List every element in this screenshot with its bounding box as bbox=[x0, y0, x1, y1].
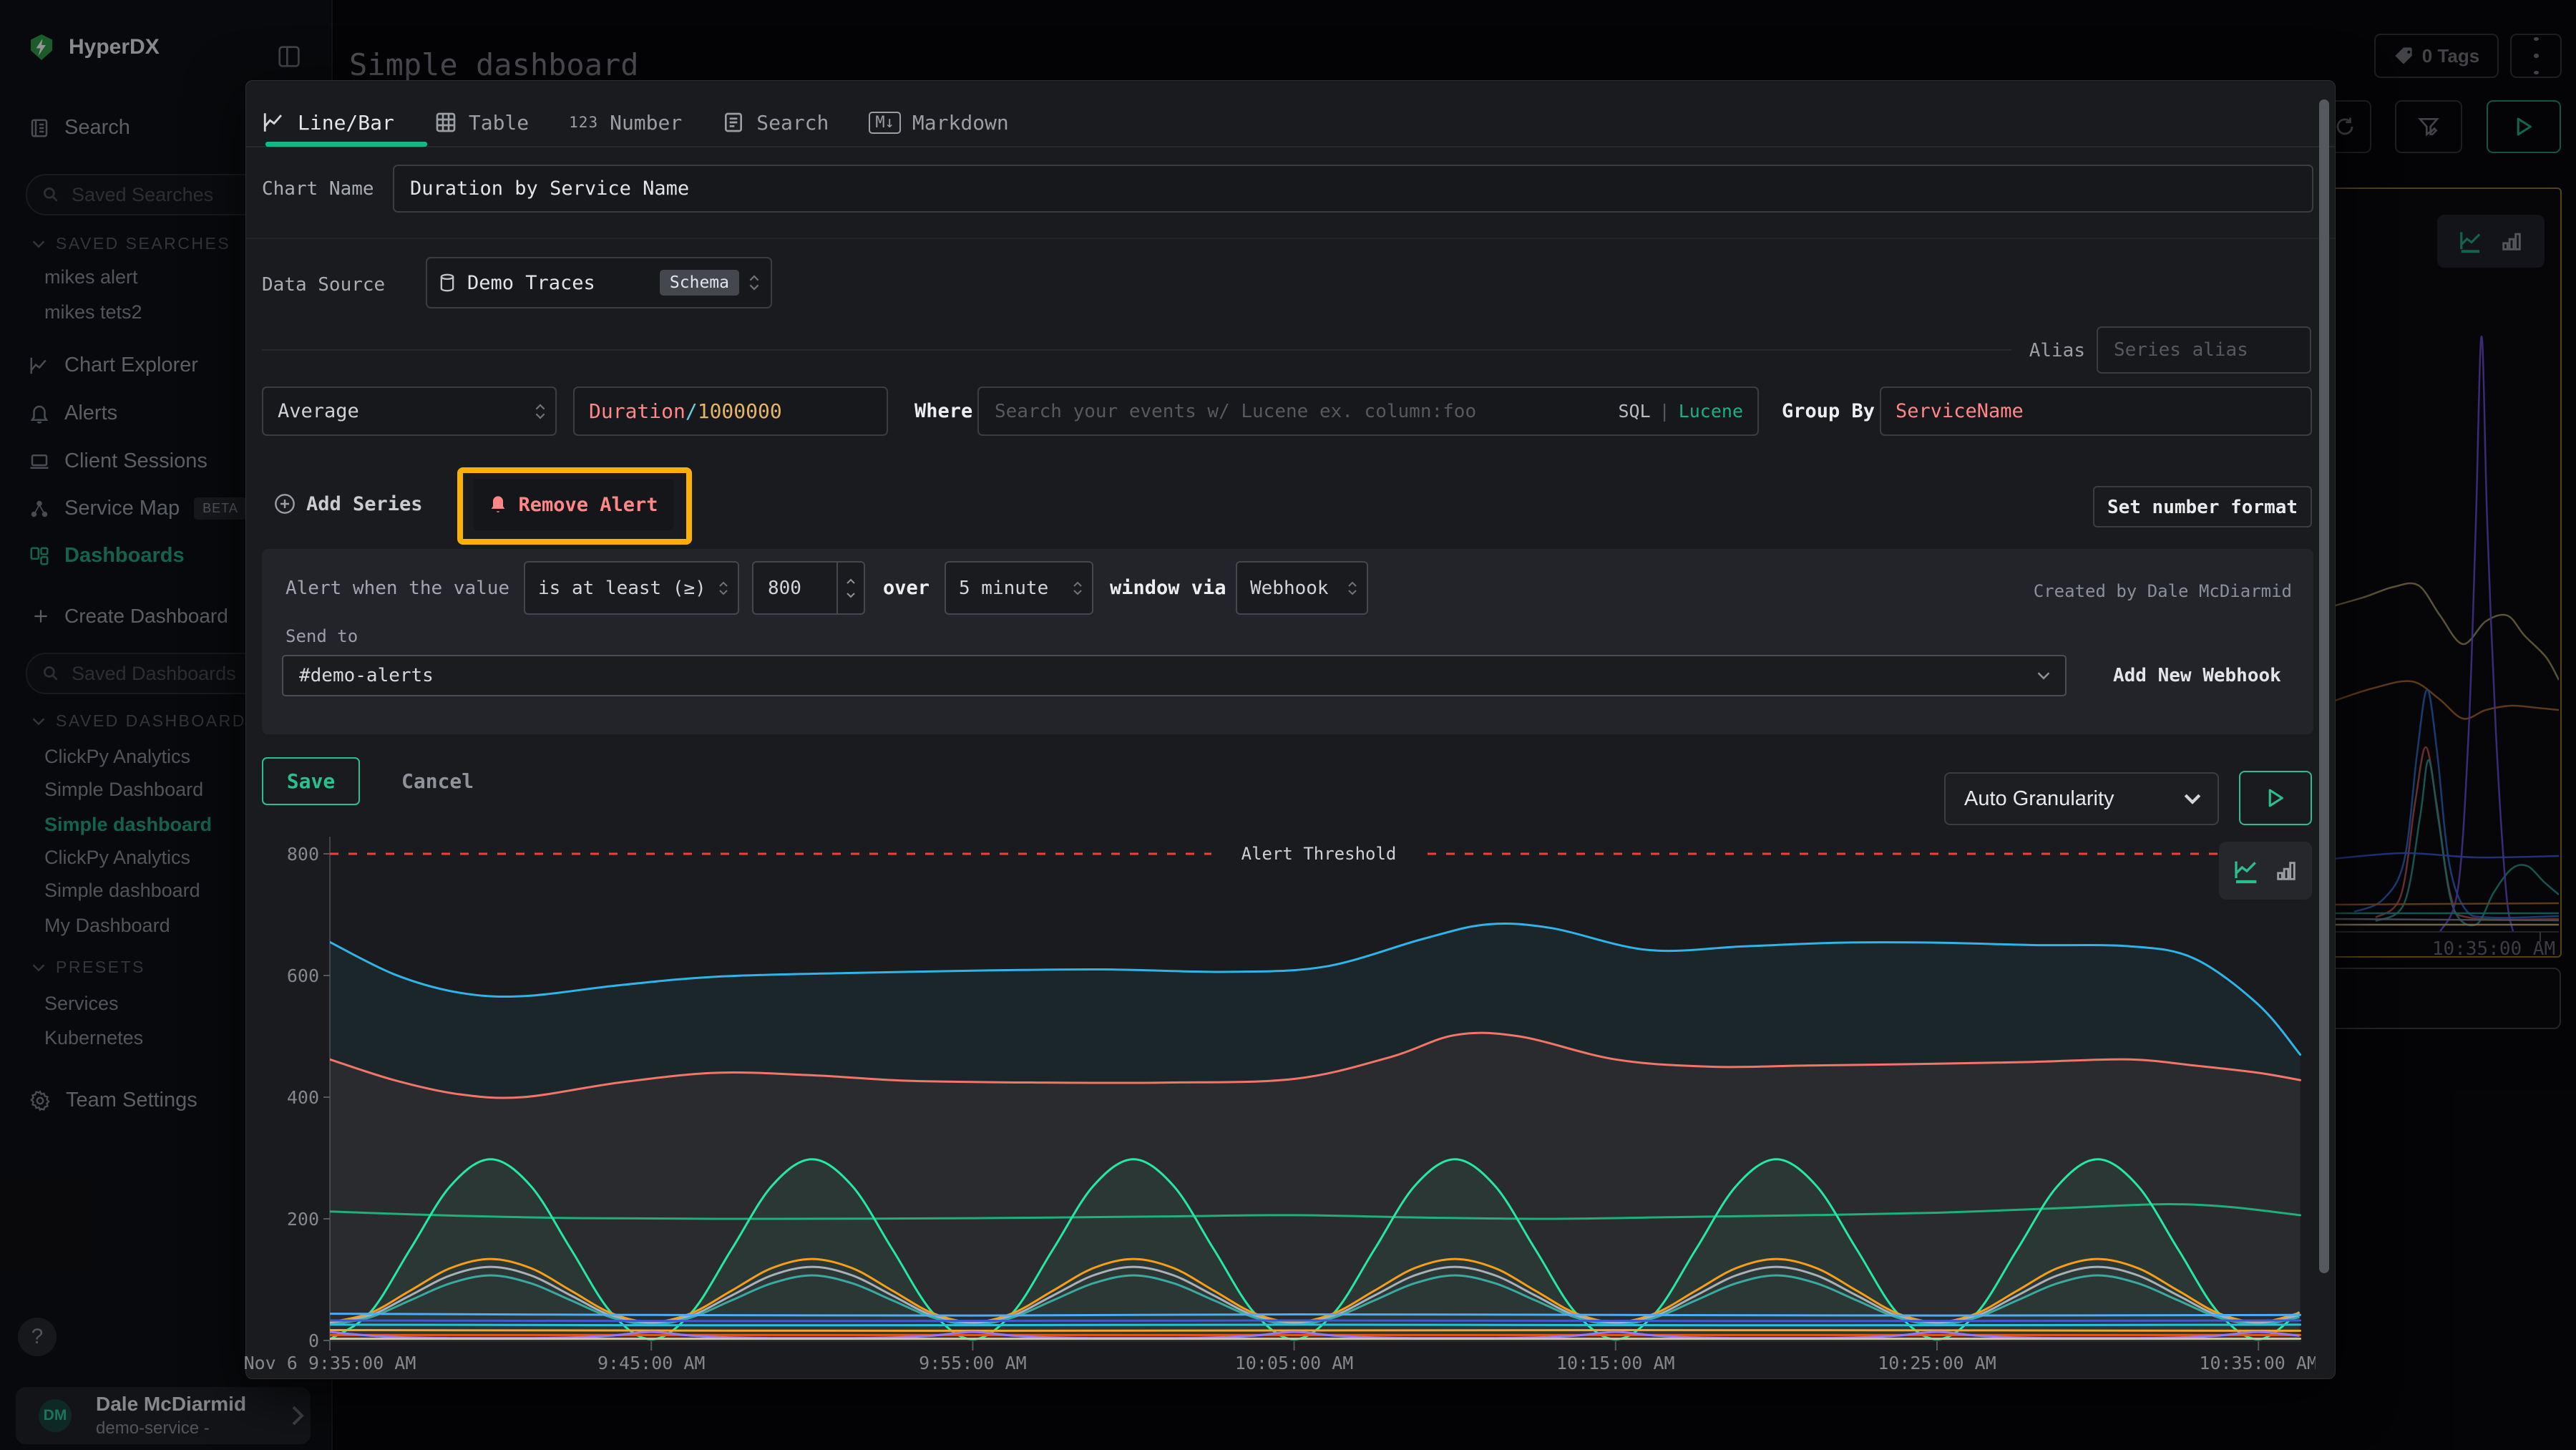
database-icon bbox=[437, 272, 457, 293]
svg-text:400: 400 bbox=[287, 1087, 319, 1108]
expression-input[interactable]: Duration/1000000 bbox=[573, 386, 888, 436]
over-label: over bbox=[883, 577, 930, 599]
alert-window-select[interactable]: 5 minute bbox=[945, 561, 1093, 615]
line-chart-icon bbox=[262, 110, 286, 135]
duration-chart: 0 200 400 600 800 Nov 6 9:35:00 AM 9:45:00 AM 9… bbox=[223, 817, 2316, 1375]
created-by-label: Created by Dale McDiarmid bbox=[2034, 581, 2292, 601]
tab-table[interactable]: Table bbox=[434, 111, 529, 135]
stepper-down-icon[interactable] bbox=[846, 592, 856, 599]
group-by-input[interactable]: ServiceName bbox=[1880, 386, 2312, 436]
tab-number[interactable]: 123 Number bbox=[569, 111, 682, 135]
updown-chevrons-icon bbox=[1072, 578, 1083, 598]
alias-input[interactable] bbox=[2097, 326, 2311, 374]
active-tab-underline bbox=[265, 142, 427, 147]
svg-text:800: 800 bbox=[287, 844, 319, 865]
alert-threshold-input[interactable]: 800 bbox=[752, 561, 865, 615]
send-to-select[interactable]: #demo-alerts bbox=[282, 655, 2067, 696]
svg-text:200: 200 bbox=[287, 1209, 319, 1230]
svg-text:10:25:00 AM: 10:25:00 AM bbox=[1878, 1353, 1996, 1373]
updown-chevrons-icon bbox=[534, 401, 547, 422]
expression-value: 1000000 bbox=[698, 399, 782, 423]
svg-text:10:35:00 AM: 10:35:00 AM bbox=[2199, 1353, 2316, 1373]
expression-field: Duration bbox=[589, 399, 686, 423]
tab-line-bar[interactable]: Line/Bar bbox=[262, 110, 394, 135]
markdown-icon: M↓ bbox=[869, 112, 901, 134]
updown-chevrons-icon bbox=[748, 272, 761, 293]
chart-series bbox=[330, 923, 2301, 1340]
aggregation-select[interactable]: Average bbox=[262, 386, 557, 436]
chart-name-input[interactable] bbox=[393, 165, 2313, 213]
lucene-option[interactable]: Lucene bbox=[1679, 401, 1743, 422]
svg-text:9:45:00 AM: 9:45:00 AM bbox=[597, 1353, 706, 1373]
table-icon bbox=[434, 111, 457, 134]
circle-plus-icon bbox=[273, 492, 296, 515]
svg-text:0: 0 bbox=[308, 1330, 319, 1351]
query-language-toggle[interactable]: SQL | Lucene bbox=[1618, 388, 1743, 434]
annotation-highlight-box bbox=[457, 467, 692, 545]
data-source-label: Data Source bbox=[262, 274, 385, 296]
tab-markdown[interactable]: M↓ Markdown bbox=[869, 111, 1008, 135]
tab-search[interactable]: Search bbox=[722, 111, 829, 135]
number-stepper[interactable] bbox=[836, 563, 864, 613]
svg-text:9:55:00 AM: 9:55:00 AM bbox=[919, 1353, 1027, 1373]
bar-chart-icon[interactable] bbox=[2274, 859, 2298, 883]
svg-text:600: 600 bbox=[287, 965, 319, 986]
tab-bar: Line/Bar Table 123 Number Search M↓ Mark… bbox=[262, 99, 1009, 145]
cancel-button[interactable]: Cancel bbox=[401, 769, 474, 793]
chart-name-label: Chart Name bbox=[262, 178, 374, 200]
play-icon bbox=[2266, 788, 2285, 808]
set-number-format-button[interactable]: Set number format bbox=[2093, 486, 2312, 527]
updown-chevrons-icon bbox=[718, 578, 729, 598]
chevron-down-icon bbox=[2036, 671, 2051, 681]
search-list-icon bbox=[722, 111, 745, 134]
stepper-up-icon[interactable] bbox=[846, 578, 856, 585]
alert-condition-select[interactable]: is at least (≥) bbox=[524, 561, 739, 615]
svg-text:Nov 6 9:35:00 AM: Nov 6 9:35:00 AM bbox=[244, 1353, 416, 1373]
chart-type-toggle[interactable] bbox=[2219, 842, 2312, 900]
line-chart-icon[interactable] bbox=[2233, 857, 2261, 885]
save-button[interactable]: Save bbox=[262, 757, 360, 805]
sql-option[interactable]: SQL bbox=[1618, 401, 1650, 422]
section-divider bbox=[246, 238, 2335, 239]
alert-config-panel: Alert when the value is at least (≥) 800… bbox=[262, 549, 2313, 734]
chevron-down-icon bbox=[2183, 792, 2202, 805]
alias-divider bbox=[262, 349, 2011, 351]
edit-chart-modal: Line/Bar Table 123 Number Search M↓ Mark… bbox=[245, 80, 2336, 1379]
data-source-select[interactable]: Demo Traces Schema bbox=[426, 257, 772, 308]
svg-text:10:15:00 AM: 10:15:00 AM bbox=[1556, 1353, 1675, 1373]
tab-divider bbox=[246, 146, 2335, 147]
add-series-button[interactable]: Add Series bbox=[273, 492, 423, 515]
where-input[interactable]: SQL | Lucene bbox=[977, 386, 1759, 436]
group-by-label: Group By bbox=[1782, 400, 1875, 422]
send-to-label: Send to bbox=[286, 626, 358, 646]
add-new-webhook-button[interactable]: Add New Webhook bbox=[2113, 665, 2281, 686]
where-label: Where bbox=[914, 400, 972, 422]
alert-channel-select[interactable]: Webhook bbox=[1236, 561, 1368, 615]
expression-operator: / bbox=[686, 399, 698, 423]
svg-text:10:05:00 AM: 10:05:00 AM bbox=[1235, 1353, 1354, 1373]
alert-intro-label: Alert when the value bbox=[286, 578, 509, 599]
modal-scrollbar[interactable] bbox=[2319, 99, 2329, 1273]
schema-badge: Schema bbox=[660, 270, 739, 296]
updown-chevrons-icon bbox=[1347, 578, 1358, 598]
number-123-icon: 123 bbox=[569, 114, 598, 131]
window-via-label: window via bbox=[1110, 577, 1226, 599]
alert-threshold-label: Alert Threshold bbox=[1241, 844, 1397, 864]
alias-label: Alias bbox=[1985, 340, 2085, 361]
